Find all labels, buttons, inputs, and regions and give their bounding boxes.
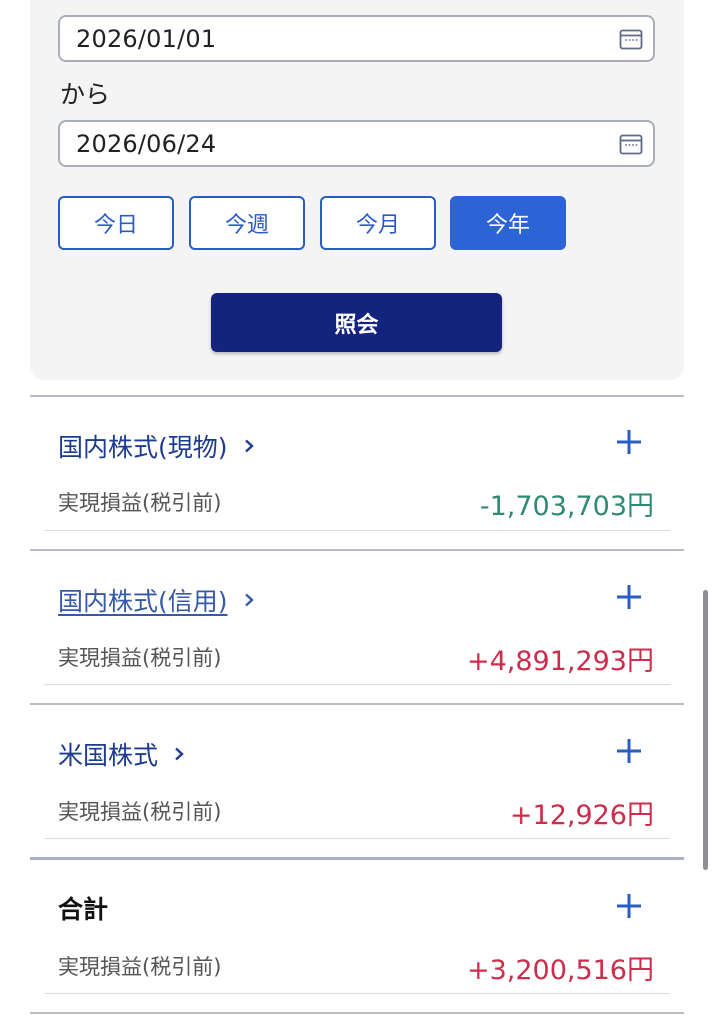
scrollbar[interactable] [703, 590, 708, 870]
category-us-stocks[interactable]: 米国株式 [58, 736, 186, 772]
search-button[interactable]: 照会 [211, 293, 502, 352]
end-date-input[interactable]: 2026/06/24 [58, 120, 655, 167]
plus-icon[interactable] [616, 738, 642, 764]
end-date-value: 2026/06/24 [76, 129, 217, 158]
category-domestic-cash[interactable]: 国内株式(現物) [58, 428, 256, 464]
plus-icon[interactable] [616, 893, 642, 919]
category-domestic-margin[interactable]: 国内株式(信用) [58, 582, 256, 618]
realized-pl-label: 実現損益(税引前) [58, 800, 222, 824]
section-divider [30, 703, 684, 705]
realized-pl-screen: 2026/01/01 から 2026/06/24 今日 今週 今月 今年 照会 … [0, 0, 713, 1024]
total-label: 合計 [58, 895, 109, 924]
realized-pl-value: +12,926円 [509, 800, 654, 831]
section-divider [30, 549, 684, 551]
realized-pl-value: +4,891,293円 [466, 646, 654, 677]
category-title: 国内株式(現物) [58, 433, 228, 462]
start-date-value: 2026/01/01 [76, 24, 217, 53]
chevron-right-icon [244, 439, 254, 453]
realized-pl-label: 実現損益(税引前) [58, 955, 222, 979]
this-month-button[interactable]: 今月 [320, 196, 436, 250]
plus-icon[interactable] [616, 584, 642, 610]
start-date-input[interactable]: 2026/01/01 [58, 15, 655, 62]
realized-pl-label: 実現損益(税引前) [58, 491, 222, 515]
section-divider [30, 1012, 684, 1014]
today-button[interactable]: 今日 [58, 196, 174, 250]
calendar-icon[interactable] [619, 28, 643, 50]
this-week-button[interactable]: 今週 [189, 196, 305, 250]
plus-icon[interactable] [616, 429, 642, 455]
category-title: 米国株式 [58, 741, 159, 770]
realized-pl-value: +3,200,516円 [466, 955, 654, 986]
chevron-right-icon [244, 593, 254, 607]
section-divider [30, 857, 684, 860]
calendar-icon[interactable] [619, 133, 643, 155]
this-year-button[interactable]: 今年 [450, 196, 566, 250]
section-divider [30, 395, 684, 397]
row-divider [44, 838, 670, 839]
row-divider [44, 993, 670, 994]
range-connector: から [60, 80, 111, 109]
category-title: 国内株式(信用) [58, 587, 228, 616]
chevron-right-icon [175, 747, 184, 761]
row-divider [44, 684, 670, 685]
realized-pl-label: 実現損益(税引前) [58, 646, 222, 670]
total-title: 合計 [58, 890, 108, 926]
realized-pl-value: -1,703,703円 [479, 491, 654, 522]
row-divider [44, 530, 670, 531]
